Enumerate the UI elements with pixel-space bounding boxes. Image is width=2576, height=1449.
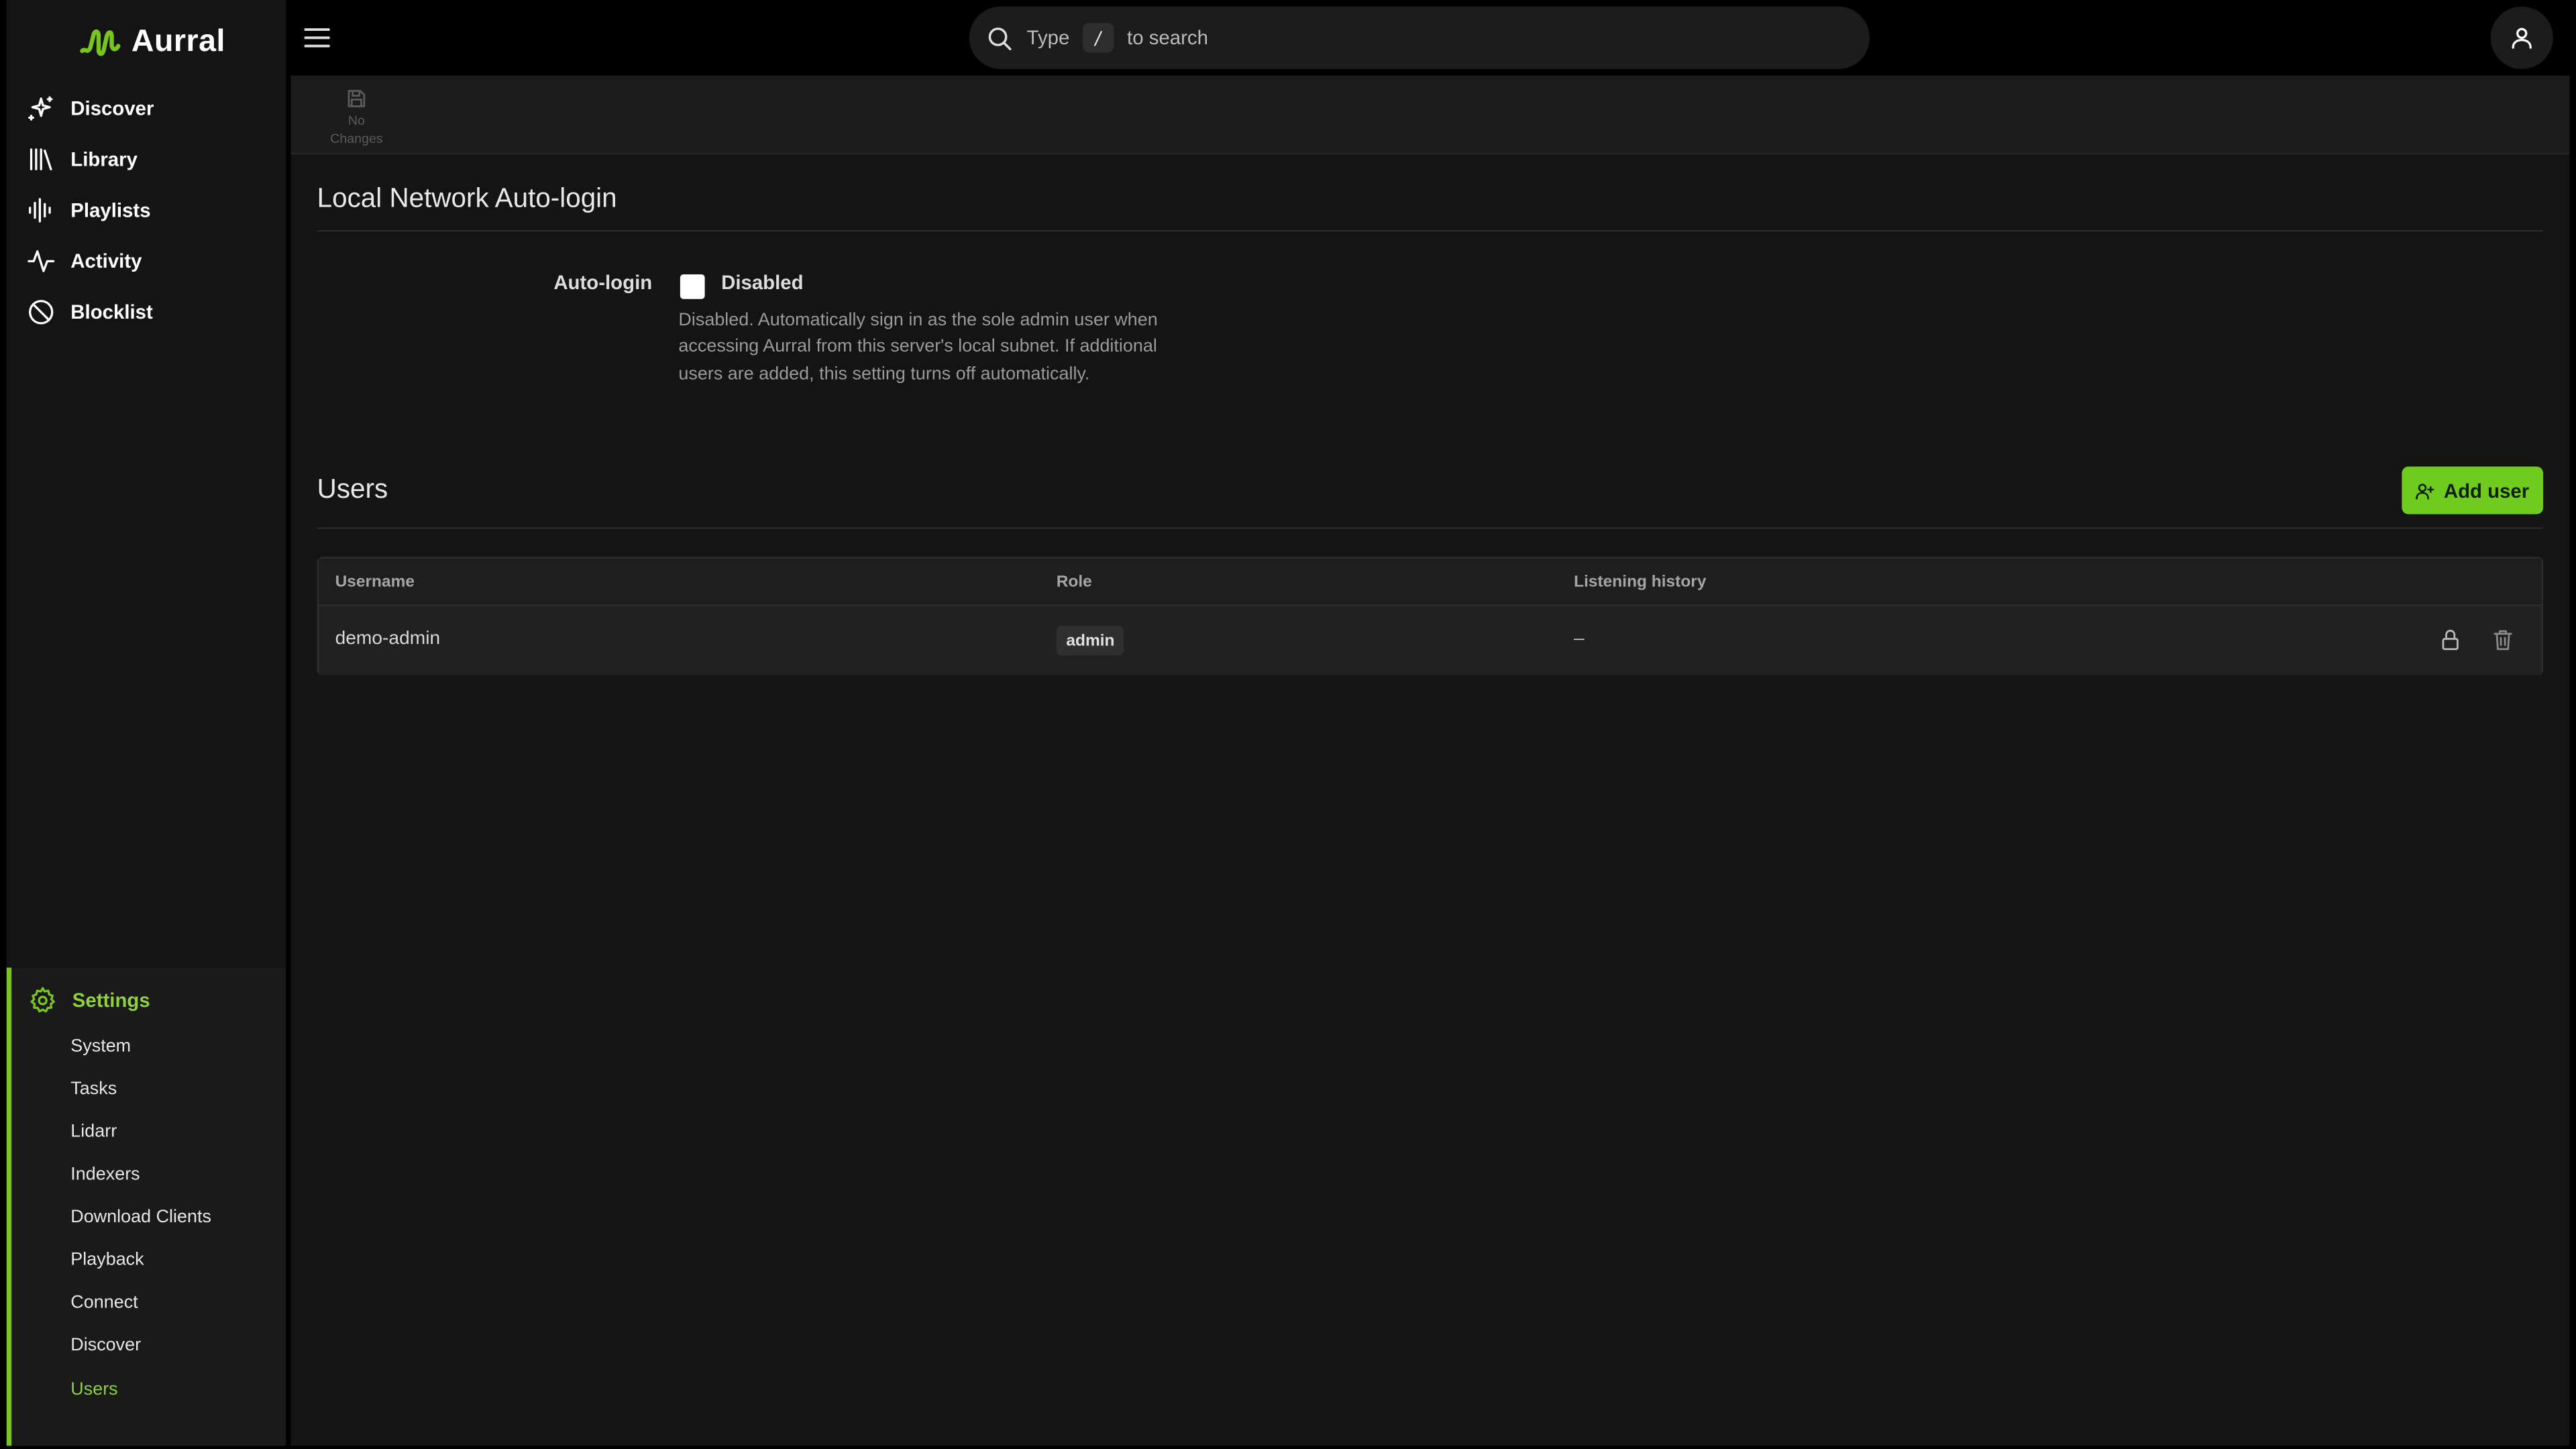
app-name: Aurral bbox=[131, 24, 225, 60]
column-header-listening-history[interactable]: Listening history bbox=[1574, 574, 1706, 592]
sidebar-item-label: Playlists bbox=[70, 199, 151, 222]
sidebar-item-activity[interactable]: Activity bbox=[26, 240, 272, 283]
search-prefix: Type bbox=[1026, 26, 1070, 50]
table-row: demo-admin admin – bbox=[319, 606, 2542, 676]
sidebar-item-label: Activity bbox=[70, 250, 142, 273]
section-divider bbox=[317, 527, 2544, 529]
app-logo[interactable]: Aurral bbox=[79, 19, 225, 66]
add-user-button[interactable]: Add user bbox=[2402, 466, 2544, 515]
listening-history-cell: – bbox=[1574, 629, 1585, 649]
users-table: Username Role Listening history demo-adm… bbox=[317, 557, 2544, 676]
search-icon bbox=[988, 26, 1012, 50]
save-button[interactable]: No Changes bbox=[321, 87, 393, 150]
hamburger-menu-icon[interactable] bbox=[303, 23, 332, 52]
sidebar: Aurral Discover Library Playlists Activi… bbox=[6, 0, 286, 1446]
aurral-logo-icon bbox=[80, 29, 121, 56]
sidebar-item-label: Blocklist bbox=[70, 301, 153, 324]
role-badge: admin bbox=[1056, 626, 1125, 656]
sidebar-item-library[interactable]: Library bbox=[26, 138, 272, 181]
search-shortcut-key: / bbox=[1082, 23, 1114, 53]
settings-subitem-tasks[interactable]: Tasks bbox=[70, 1079, 117, 1099]
gear-icon bbox=[30, 987, 55, 1013]
username-cell: demo-admin bbox=[335, 629, 441, 649]
settings-subitem-users[interactable]: Users bbox=[70, 1380, 117, 1399]
settings-subitem-discover[interactable]: Discover bbox=[70, 1336, 141, 1355]
sidebar-item-blocklist[interactable]: Blocklist bbox=[26, 290, 272, 333]
search-suffix: to search bbox=[1127, 26, 1208, 50]
save-icon bbox=[347, 90, 366, 107]
add-user-icon bbox=[2416, 482, 2435, 499]
users-section-title: Users bbox=[317, 474, 388, 504]
settings-subitem-connect[interactable]: Connect bbox=[70, 1293, 138, 1312]
sidebar-item-settings[interactable]: Settings bbox=[28, 981, 150, 1020]
settings-subitem-indexers[interactable]: Indexers bbox=[70, 1165, 140, 1184]
autologin-help-text: Disabled. Automatically sign in as the s… bbox=[678, 310, 1158, 384]
ban-icon bbox=[29, 300, 54, 325]
section-divider bbox=[317, 229, 2544, 232]
save-label-line2: Changes bbox=[330, 130, 383, 146]
sidebar-item-discover[interactable]: Discover bbox=[26, 87, 272, 130]
sidebar-item-label: Discover bbox=[70, 97, 154, 120]
sidebar-item-playlists[interactable]: Playlists bbox=[26, 189, 272, 232]
sidebar-item-label: Library bbox=[70, 148, 138, 171]
save-label-line1: No bbox=[347, 113, 365, 129]
settings-subitem-system[interactable]: System bbox=[70, 1036, 131, 1056]
sparkles-icon bbox=[28, 96, 53, 121]
settings-nav: Settings System Tasks Lidarr Indexers Do… bbox=[6, 967, 286, 1446]
user-menu-button[interactable] bbox=[2490, 6, 2553, 69]
user-icon bbox=[2512, 28, 2532, 49]
lock-icon[interactable] bbox=[2438, 628, 2463, 653]
autologin-section-title: Local Network Auto-login bbox=[317, 184, 617, 214]
activity-icon bbox=[28, 250, 55, 272]
add-user-label: Add user bbox=[2443, 478, 2530, 502]
column-header-role[interactable]: Role bbox=[1057, 574, 1092, 592]
search-bar[interactable]: Type / to search bbox=[969, 6, 1870, 69]
trash-icon[interactable] bbox=[2491, 628, 2516, 653]
table-header: Username Role Listening history bbox=[319, 558, 2542, 606]
settings-label: Settings bbox=[72, 989, 150, 1012]
settings-toolbar: No Changes bbox=[290, 75, 2570, 155]
library-icon bbox=[30, 148, 52, 170]
autologin-checkbox-label[interactable]: Disabled bbox=[721, 271, 803, 294]
main-content: No Changes Local Network Auto-login Auto… bbox=[290, 75, 2570, 1446]
waveform-icon bbox=[29, 198, 51, 223]
autologin-checkbox[interactable] bbox=[680, 274, 705, 299]
column-header-username[interactable]: Username bbox=[335, 574, 415, 592]
settings-subitem-lidarr[interactable]: Lidarr bbox=[70, 1122, 117, 1142]
autologin-field-label: Auto-login bbox=[553, 271, 653, 294]
settings-subitem-download-clients[interactable]: Download Clients bbox=[70, 1208, 211, 1227]
settings-subitem-playback[interactable]: Playback bbox=[70, 1250, 144, 1270]
